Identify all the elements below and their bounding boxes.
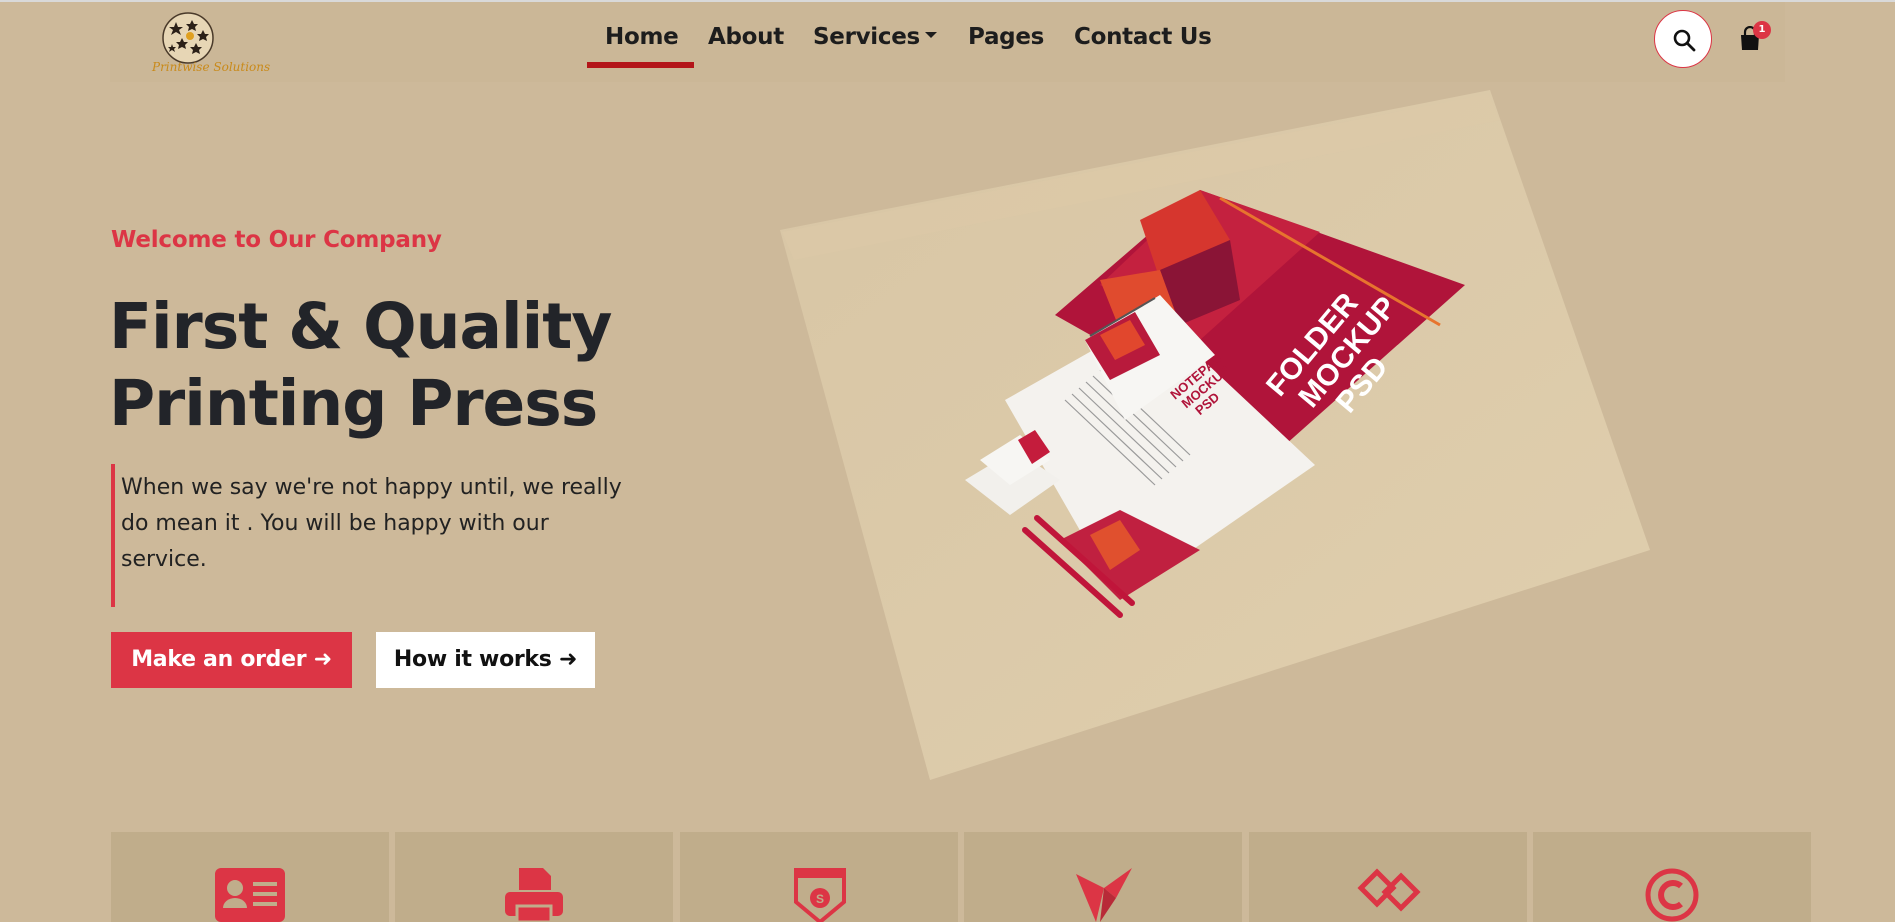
service-card[interactable] [1533, 832, 1811, 922]
id-card-icon [215, 868, 285, 922]
cart-count-badge: 1 [1753, 21, 1771, 39]
how-it-works-label: How it works [393, 647, 552, 672]
origami-icon [1076, 868, 1132, 922]
service-card[interactable] [964, 832, 1242, 922]
hero-eyebrow: Welcome to Our Company [111, 227, 442, 253]
nav-item-about[interactable]: About [708, 24, 784, 50]
arrow-right-icon: ➜ [558, 647, 578, 672]
search-button[interactable] [1654, 10, 1712, 68]
search-icon [1673, 29, 1696, 52]
printer-icon [505, 868, 563, 922]
nav-item-pages[interactable]: Pages [968, 24, 1044, 50]
stationery-mockup-image: FOLDER MOCKUP PSD NOTEPAD MOCKUP PSD [780, 90, 1650, 780]
service-card[interactable] [1249, 832, 1527, 922]
nav-item-contact[interactable]: Contact Us [1074, 24, 1212, 50]
svg-text:S: S [816, 892, 824, 906]
badge-icon: S [794, 868, 846, 922]
nav-item-services[interactable]: Services [813, 24, 937, 50]
copyright-icon [1645, 868, 1699, 922]
service-card[interactable] [395, 832, 673, 922]
hero-lead-text: When we say we're not happy until, we re… [121, 475, 622, 572]
link-icon [1357, 868, 1421, 912]
nav-item-services-label: Services [813, 24, 920, 50]
nav-menu: Home About Services Pages Contact Us [110, 2, 1785, 82]
caret-down-icon [924, 31, 937, 38]
services-row: S [111, 832, 1814, 922]
arrow-right-icon: ➜ [313, 647, 332, 672]
nav-active-indicator [587, 62, 694, 68]
how-it-works-button[interactable]: How it works ➜ [376, 632, 595, 688]
service-card[interactable] [111, 832, 389, 922]
navbar: Printwise Solutions Home About Services … [110, 2, 1785, 82]
make-order-label: Make an order [131, 647, 307, 672]
hero-headline: First & Quality Printing Press [109, 290, 612, 440]
quote-accent-bar [111, 464, 115, 607]
service-card[interactable]: S [680, 832, 958, 922]
make-order-button[interactable]: Make an order ➜ [111, 632, 352, 688]
nav-item-home[interactable]: Home [605, 24, 679, 50]
